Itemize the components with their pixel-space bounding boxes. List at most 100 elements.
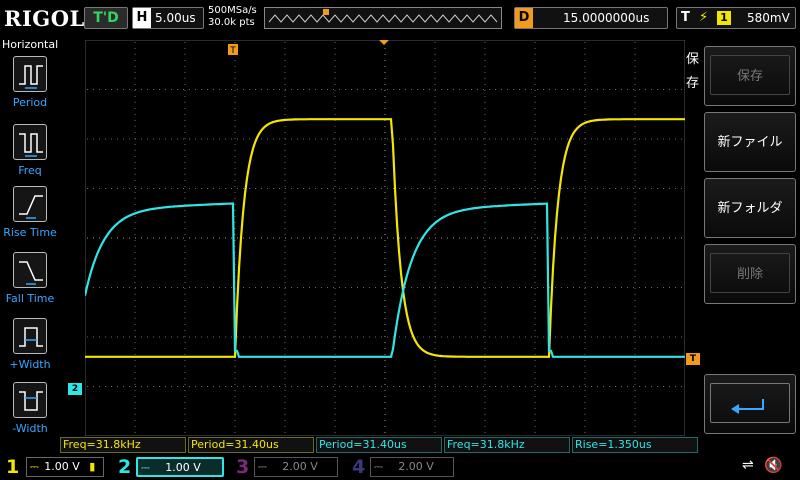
measurement-4[interactable]: Freq=31.8kHz (444, 437, 570, 453)
grid-dot (434, 60, 436, 61)
grid-dot (334, 234, 336, 235)
grid-dot (484, 312, 486, 313)
grid-dot (375, 336, 376, 338)
grid-dot (375, 188, 376, 189)
measure-minus-width[interactable]: -Width (0, 382, 60, 446)
grid-dot (105, 287, 106, 288)
timebase-box[interactable]: H 5.00us (132, 7, 204, 29)
grid-dot (384, 258, 386, 259)
grid-dot (484, 48, 486, 49)
delay-box[interactable]: D 15.0000000us (514, 7, 668, 29)
measure-plus-width[interactable]: +Width (0, 318, 60, 382)
grid-dot (153, 138, 154, 140)
delete-button[interactable]: 削除 (704, 244, 796, 304)
grid-dot (484, 396, 486, 397)
grid-dot (534, 282, 536, 283)
ch2-ground-marker[interactable]: 2 (68, 383, 82, 395)
grid-dot (255, 89, 256, 90)
grid-dot (285, 287, 286, 288)
grid-dot (627, 237, 628, 239)
grid-dot (484, 228, 486, 229)
grid-dot (561, 138, 562, 140)
grid-dot (513, 237, 514, 239)
measure-period[interactable]: Period (0, 56, 60, 120)
trigger-box[interactable]: T ⚡ 1 580mV (676, 7, 796, 29)
grid-dot (207, 386, 208, 387)
grid-dot (369, 237, 370, 239)
grid-dot (171, 89, 172, 90)
grid-dot (441, 336, 442, 338)
grid-dot (234, 234, 236, 235)
grid-dot (579, 138, 580, 140)
grid-dot (327, 336, 328, 338)
grid-dot (513, 89, 514, 90)
grid-dot (291, 188, 292, 189)
grid-dot (423, 138, 424, 140)
speaker-mute-icon[interactable]: 🔇 (764, 456, 783, 474)
new-folder-button[interactable]: 新フォルダ (704, 178, 796, 238)
grid-dot (284, 54, 286, 55)
measurement-2[interactable]: Period=31.40us (188, 437, 314, 453)
grid-dot (484, 210, 486, 211)
grid-dot (384, 294, 386, 295)
grid-dot (555, 386, 556, 387)
grid-dot (334, 240, 336, 241)
grid-dot (634, 324, 636, 325)
grid-dot (234, 120, 236, 121)
grid-dot (284, 48, 286, 49)
grid-dot (534, 42, 536, 43)
grid-dot (345, 89, 346, 90)
grid-dot (657, 287, 658, 288)
grid-dot (225, 89, 226, 90)
measurement-3[interactable]: Period=31.40us (316, 437, 442, 453)
grid-dot (134, 102, 136, 103)
grid-dot (384, 372, 386, 373)
grid-dot (384, 378, 386, 379)
memory-overview-bar[interactable] (264, 7, 502, 29)
grid-dot (484, 384, 486, 385)
enter-button[interactable] (704, 374, 796, 434)
grid-dot (534, 54, 536, 55)
grid-dot (134, 42, 136, 43)
grid-dot (134, 228, 136, 229)
grid-dot (147, 336, 148, 338)
grid-dot (634, 336, 636, 337)
waveform-display[interactable]: T (85, 40, 685, 436)
save-button[interactable]: 保存 (704, 46, 796, 106)
grid-dot (634, 246, 636, 247)
grid-dot (531, 89, 532, 90)
grid-dot (434, 240, 436, 241)
grid-dot (334, 258, 336, 259)
grid-dot (184, 96, 186, 97)
measurement-1[interactable]: Freq=31.8kHz (60, 437, 186, 453)
grid-dot (645, 336, 646, 338)
measure-fall-time[interactable]: Fall Time (0, 252, 60, 316)
grid-dot (434, 384, 436, 385)
grid-dot (334, 342, 336, 343)
grid-dot (561, 237, 562, 239)
grid-dot (434, 48, 436, 49)
grid-dot (334, 168, 336, 169)
grid-dot (315, 386, 316, 387)
grid-dot (634, 390, 636, 391)
new-file-button[interactable]: 新ファイル (704, 112, 796, 172)
measure-rise-time[interactable]: Rise Time (0, 186, 60, 250)
grid-dot (543, 386, 544, 387)
grid-dot (105, 89, 106, 90)
grid-dot (651, 89, 652, 90)
grid-dot (321, 138, 322, 140)
grid-dot (549, 386, 550, 387)
measurement-5[interactable]: Rise=1.350us (572, 437, 698, 453)
measure-freq[interactable]: Freq (0, 124, 60, 188)
grid-dot (159, 386, 160, 387)
grid-dot (434, 126, 436, 127)
grid-dot (171, 336, 172, 338)
grid-dot (534, 66, 536, 67)
grid-dot (411, 287, 412, 288)
trigger-level: 580mV (747, 11, 790, 25)
memory-overview-waveform (268, 9, 498, 23)
grid-dot (495, 336, 496, 338)
grid-dot (584, 372, 586, 373)
grid-dot (477, 336, 478, 338)
grid-dot (334, 216, 336, 217)
